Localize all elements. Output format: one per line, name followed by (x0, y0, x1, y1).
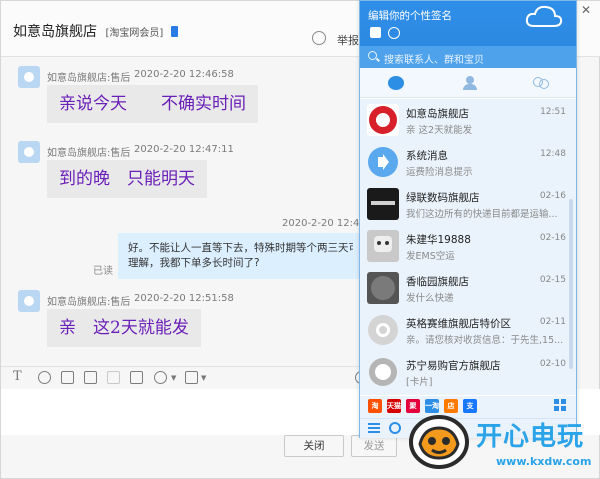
scissors-icon[interactable] (154, 371, 167, 384)
watermark-logo: 开心电玩 www.kxdw.com (400, 408, 600, 479)
emoji-icon[interactable] (38, 371, 51, 384)
avatar (367, 188, 399, 220)
input-toolbar: T ▼ ▼ (1, 366, 368, 388)
contact-item[interactable]: 系统消息 12:48 运费险消息提示 (360, 141, 576, 183)
image-icon[interactable] (61, 371, 74, 384)
message-bubble: 到的晚 只能明天 (47, 160, 207, 198)
recent-contacts: 如意岛旗舰店 12:51 亲 这2天就能发 系统消息 12:48 运费险消息提示… (360, 99, 576, 395)
close-button[interactable]: 关闭 (284, 435, 344, 457)
contact-name: 苏宁易购官方旗舰店 (406, 360, 501, 372)
signature-field[interactable]: 编辑你的个性签名 (368, 8, 452, 23)
contact-snippet: 发EMS空运 (406, 251, 455, 262)
report-link[interactable]: 举报 (337, 32, 359, 48)
message-bubble: 亲 这2天就能发 (47, 309, 201, 347)
message-sender: 如意岛旗舰店:售后 (47, 297, 131, 308)
contact-snippet: 亲。请您核对收货信息：于先生,15... (406, 335, 564, 346)
avatar (367, 272, 399, 304)
search-icon (368, 51, 377, 60)
speaker-icon (367, 146, 399, 178)
contact-snippet: 发什么快递 (406, 293, 454, 304)
scrollbar[interactable] (569, 199, 573, 369)
avatar[interactable] (18, 290, 40, 312)
screen: 如意岛旗舰店 [淘宝网会员] 举报 如意岛旗舰店:售后 2020-2-20 12… (0, 0, 600, 479)
table-icon[interactable] (185, 371, 198, 384)
contact-time: 12:48 (540, 149, 566, 159)
chat-title: 如意岛旗舰店 [淘宝网会员] (13, 21, 178, 41)
contact-name: 英格赛维旗舰店特价区 (406, 318, 511, 330)
folder-icon[interactable] (84, 371, 97, 384)
tmall-icon[interactable]: 天猫 (387, 399, 401, 413)
avatar (367, 314, 399, 346)
send-button[interactable]: 发送 (351, 435, 397, 457)
contact-icon[interactable] (462, 76, 478, 90)
contact-time: 02-16 (539, 191, 566, 201)
contact-item[interactable]: 苏宁易购官方旗舰店 02-10 [卡片] (360, 351, 576, 393)
contacts-panel: 编辑你的个性签名 搜索联系人、群和宝贝 如意岛旗舰店 12:51 亲 这2天就能… (359, 0, 577, 438)
font-icon[interactable]: T (13, 369, 22, 384)
watermark-title: 开心电玩 (476, 422, 585, 452)
panel-header: 编辑你的个性签名 搜索联系人、群和宝贝 (360, 1, 576, 68)
contact-item[interactable]: 如意岛旗舰店 12:51 亲 这2天就能发 (360, 99, 576, 141)
contact-item[interactable]: 香临园旗舰店 02-15 发什么快递 (360, 267, 576, 309)
contact-time: 02-10 (539, 359, 566, 369)
search-bar[interactable]: 搜索联系人、群和宝贝 (360, 46, 576, 68)
contact-snippet: 我们这边所有的快递目前都是运输... (406, 209, 558, 220)
contact-snippet: 亲 这2天就能发 (406, 125, 473, 136)
read-status: 已读 (93, 266, 113, 277)
chevron-down-icon[interactable]: ▼ (201, 374, 206, 382)
contact-item[interactable]: 绿联数码旗舰店 02-16 我们这边所有的快递目前都是运输... (360, 183, 576, 225)
contact-snippet: [卡片] (406, 377, 433, 388)
contact-time: 02-11 (539, 317, 566, 327)
comment-icon[interactable] (130, 371, 143, 384)
cloud-icon[interactable] (524, 4, 564, 28)
member-tag: [淘宝网会员] (105, 28, 164, 39)
chat-icon[interactable] (388, 76, 404, 90)
avatar[interactable] (18, 66, 40, 88)
avatar (367, 356, 399, 388)
message-bubble: 亲说今天 不确实时间 (47, 85, 258, 123)
contact-time: 02-16 (539, 233, 566, 243)
sticker-icon[interactable] (107, 371, 120, 384)
contact-time: 02-15 (539, 275, 566, 285)
contact-item[interactable]: 朱建华19888 02-16 发EMS空运 (360, 225, 576, 267)
status-icon[interactable] (370, 27, 381, 38)
taobao-icon[interactable]: 淘 (368, 399, 382, 413)
contact-item[interactable]: 英格赛维旗舰店特价区 02-11 亲。请您核对收货信息：于先生,15... (360, 309, 576, 351)
avatar (367, 230, 399, 262)
mobile-status-icon[interactable] (388, 27, 400, 39)
outgoing-line: 理解，我都下单多长时间了? (128, 257, 260, 269)
contact-name: 系统消息 (406, 150, 448, 162)
mobile-icon (170, 26, 178, 37)
chevron-down-icon[interactable]: ▼ (171, 374, 176, 382)
search-input[interactable]: 搜索联系人、群和宝贝 (384, 51, 484, 66)
message-time: 2020-2-20 12:46:58 (134, 69, 234, 80)
shop-name[interactable]: 如意岛旗舰店 (13, 24, 97, 40)
outgoing-bubble: 好。不能让人一直等下去，特殊时期等个两三天可以 理解，我都下单多长时间了? (118, 233, 363, 279)
outgoing-line: 好。不能让人一直等下去，特殊时期等个两三天可以 (128, 242, 353, 254)
avatar (367, 104, 399, 136)
contact-snippet: 运费险消息提示 (406, 167, 473, 178)
watermark-url: www.kxdw.com (496, 455, 592, 468)
contact-name: 朱建华19888 (406, 234, 471, 246)
users-icon[interactable] (312, 31, 326, 45)
contact-name: 香临园旗舰店 (406, 276, 469, 288)
avatar[interactable] (18, 141, 40, 163)
contact-name: 绿联数码旗舰店 (406, 192, 480, 204)
message-sender: 如意岛旗舰店:售后 (47, 73, 131, 84)
menu-icon[interactable] (368, 423, 380, 433)
gamepad-mascot-icon (409, 415, 469, 469)
message-sender: 如意岛旗舰店:售后 (47, 148, 131, 159)
message-time: 2020-2-20 12:47:11 (134, 144, 234, 155)
message-time: 2020-2-20 12:51:58 (134, 293, 234, 304)
contact-name: 如意岛旗舰店 (406, 108, 469, 120)
contact-time: 12:51 (540, 107, 566, 117)
group-icon[interactable] (532, 76, 549, 90)
panel-tabs (360, 68, 576, 98)
close-icon[interactable]: ✕ (578, 2, 594, 18)
